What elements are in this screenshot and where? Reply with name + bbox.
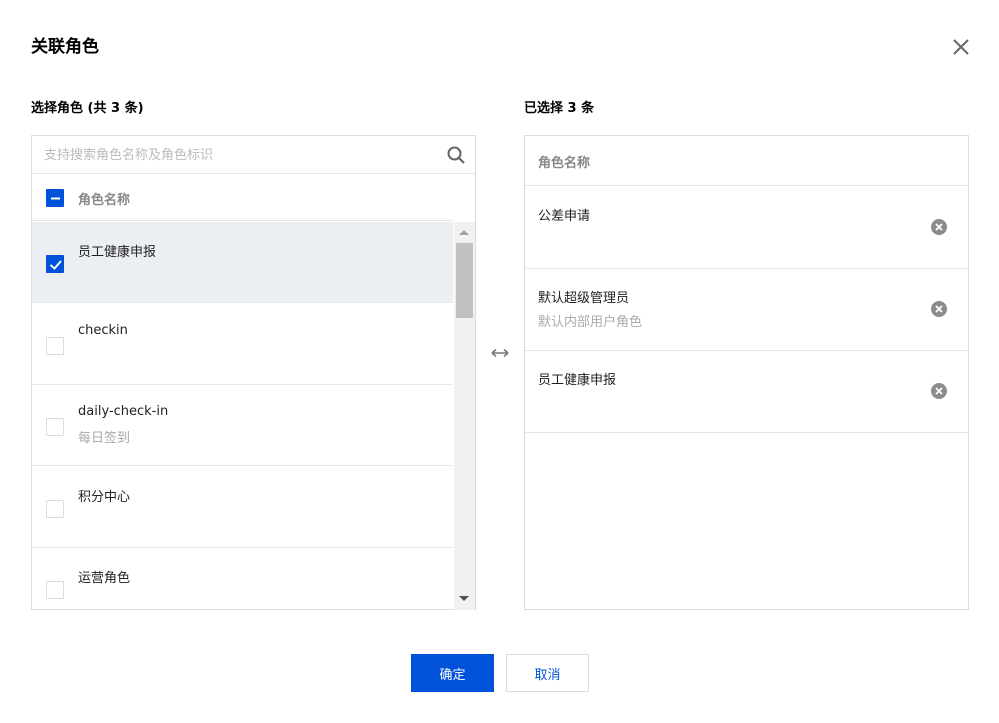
search-icon[interactable]	[446, 145, 466, 165]
remove-icon[interactable]	[930, 218, 948, 236]
cancel-button[interactable]: 取消	[506, 654, 589, 692]
list-item[interactable]: daily-check-in 每日签到	[32, 385, 453, 466]
remove-icon[interactable]	[930, 300, 948, 318]
selected-roles-panel: 角色名称 公差申请 默认超级管理员 默认内部用户角色 员工健康申报	[524, 135, 969, 610]
list-item[interactable]: checkin	[32, 304, 453, 385]
row-checkbox[interactable]	[46, 581, 64, 599]
right-section-label: 已选择 3 条	[524, 101, 595, 116]
row-title: 运营角色	[78, 571, 131, 586]
row-checkbox[interactable]	[46, 418, 64, 436]
select-all-checkbox[interactable]	[46, 189, 64, 207]
row-title: 默认超级管理员	[538, 291, 630, 306]
row-checkbox[interactable]	[46, 337, 64, 355]
column-header-role-name: 角色名称	[78, 193, 131, 208]
row-checkbox[interactable]	[46, 500, 64, 518]
selected-item: 默认超级管理员 默认内部用户角色	[525, 269, 968, 351]
scrollbar[interactable]	[454, 222, 475, 610]
scroll-up-arrow-icon[interactable]	[459, 230, 469, 235]
list-header: 角色名称	[32, 175, 453, 221]
row-title: 积分中心	[78, 490, 131, 505]
list-item[interactable]: 积分中心	[32, 467, 453, 548]
list-item[interactable]: 员工健康申报	[32, 222, 453, 303]
left-section-label: 选择角色 (共 3 条)	[31, 101, 144, 116]
row-title: 员工健康申报	[78, 245, 157, 260]
selected-list-header: 角色名称	[525, 136, 968, 186]
row-subtitle: 每日签到	[78, 431, 131, 446]
row-checkbox[interactable]	[46, 255, 64, 273]
row-title: 公差申请	[538, 209, 591, 224]
search-box	[32, 136, 475, 174]
search-input[interactable]	[44, 144, 434, 166]
scroll-down-arrow-icon[interactable]	[459, 596, 469, 601]
row-subtitle: 默认内部用户角色	[538, 315, 643, 330]
selected-item: 员工健康申报	[525, 351, 968, 433]
row-title: daily-check-in	[78, 404, 169, 419]
column-header-role-name: 角色名称	[538, 156, 591, 171]
confirm-button[interactable]: 确定	[411, 654, 494, 692]
selected-item: 公差申请	[525, 187, 968, 269]
transfer-arrows-icon	[489, 345, 511, 361]
row-title: 员工健康申报	[538, 373, 617, 388]
row-title: checkin	[78, 323, 128, 338]
page-title: 关联角色	[31, 37, 99, 57]
remove-icon[interactable]	[930, 382, 948, 400]
role-list: 员工健康申报 checkin daily-check-in 每日签到 积分中心 …	[32, 222, 453, 610]
available-roles-panel: 角色名称 员工健康申报 checkin daily-check-in 每日签到 …	[31, 135, 476, 610]
close-icon[interactable]	[951, 37, 971, 57]
scroll-thumb[interactable]	[456, 243, 473, 318]
list-item[interactable]: 运营角色	[32, 548, 453, 610]
